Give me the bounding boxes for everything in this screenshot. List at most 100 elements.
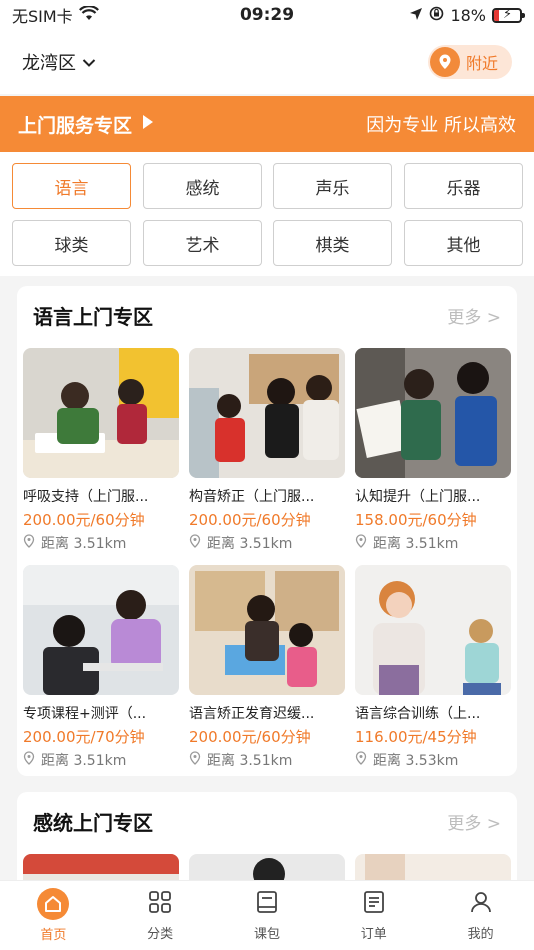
grid-icon <box>147 889 173 919</box>
map-pin-icon <box>429 47 460 77</box>
course-distance: 距离 3.51km <box>189 533 345 553</box>
status-left: 无SIM卡 <box>12 3 99 27</box>
nearby-button[interactable]: 附近 <box>427 45 512 79</box>
tab-category[interactable]: 分类 <box>120 889 200 942</box>
distance-text: 距离 3.51km <box>207 536 293 552</box>
category-label: 棋类 <box>315 235 350 256</box>
section-header: 语言上门专区 更多 > <box>17 286 517 344</box>
tab-orders[interactable]: 订单 <box>334 889 414 942</box>
category-chip-chess[interactable]: 棋类 <box>273 220 392 266</box>
more-link[interactable]: 更多 > <box>447 809 501 834</box>
status-bar: 无SIM卡 09:29 18% ⚡ <box>0 0 534 30</box>
category-chip-language[interactable]: 语言 <box>12 163 131 209</box>
category-label: 球类 <box>54 235 89 256</box>
course-price: 200.00元/60分钟 <box>189 511 311 529</box>
category-chip-sensory[interactable]: 感统 <box>143 163 262 209</box>
distance-text: 距离 3.51km <box>41 536 127 552</box>
course-card[interactable]: 构音矫正（上门服... 200.00元/60分钟 距离 3.51km <box>189 348 345 553</box>
course-card[interactable]: 认知提升（上门服... 158.00元/60分钟 距离 3.51km <box>355 348 511 553</box>
course-card[interactable]: 语言矫正发育迟缓... 200.00元/60分钟 距离 3.51km <box>189 565 345 770</box>
location-pin-icon <box>189 751 201 769</box>
home-icon <box>37 888 70 920</box>
section-title: 语言上门专区 <box>33 304 153 329</box>
course-card[interactable]: 呼吸支持（上门服... 200.00元/60分钟 距离 3.51km <box>23 348 179 553</box>
status-right: 18% ⚡ <box>409 5 525 25</box>
distance-text: 距离 3.51km <box>207 753 293 769</box>
service-banner[interactable]: 上门服务专区 因为专业 所以高效 <box>0 96 534 152</box>
category-label: 声乐 <box>315 178 350 199</box>
course-price: 200.00元/60分钟 <box>189 728 311 746</box>
course-photo <box>23 565 179 695</box>
section-language: 语言上门专区 更多 > 呼吸支持（上门服... 200.00元/60分钟 距离 … <box>17 286 517 776</box>
tab-label: 订单 <box>360 927 387 942</box>
course-distance: 距离 3.51km <box>23 750 179 770</box>
app-screen: 无SIM卡 09:29 18% ⚡ 龙湾区 附近 上门服务专区 因为专业 所以高… <box>0 0 534 950</box>
category-grid: 语言 感统 声乐 乐器 球类 艺术 棋类 其他 <box>0 152 534 276</box>
category-label: 语言 <box>54 178 89 199</box>
district-selector[interactable]: 龙湾区 <box>22 49 96 75</box>
course-card[interactable]: 语言综合训练（上... 116.00元/45分钟 距离 3.53km <box>355 565 511 770</box>
category-label: 其他 <box>446 235 481 256</box>
tab-label: 课包 <box>253 927 280 942</box>
district-label: 龙湾区 <box>22 53 76 74</box>
tab-home[interactable]: 首页 <box>13 888 93 943</box>
more-link[interactable]: 更多 > <box>447 303 501 328</box>
course-price: 200.00元/70分钟 <box>23 728 145 746</box>
bottom-tab-bar: 首页 分类 课包 订单 我的 <box>0 880 534 950</box>
course-name: 构音矫正（上门服... <box>189 489 315 505</box>
category-label: 乐器 <box>446 178 481 199</box>
nearby-label: 附近 <box>465 54 498 73</box>
tab-label: 首页 <box>40 928 67 943</box>
course-photo <box>23 348 179 478</box>
orientation-lock-icon <box>429 6 444 25</box>
category-chip-instrument[interactable]: 乐器 <box>404 163 523 209</box>
location-pin-icon <box>355 751 367 769</box>
chevron-down-icon <box>82 52 96 73</box>
category-chip-other[interactable]: 其他 <box>404 220 523 266</box>
distance-text: 距离 3.53km <box>373 753 459 769</box>
location-pin-icon <box>189 534 201 552</box>
battery-percent: 18% <box>450 5 486 25</box>
location-pin-icon <box>23 534 35 552</box>
tab-package[interactable]: 课包 <box>227 889 307 942</box>
carrier-label: 无SIM卡 <box>12 7 73 26</box>
category-chip-art[interactable]: 艺术 <box>143 220 262 266</box>
course-name: 认知提升（上门服... <box>355 489 481 505</box>
course-price: 158.00元/60分钟 <box>355 511 477 529</box>
location-bar: 龙湾区 附近 <box>0 30 534 94</box>
tab-mine[interactable]: 我的 <box>441 889 521 942</box>
location-pin-icon <box>355 534 367 552</box>
distance-text: 距离 3.51km <box>373 536 459 552</box>
course-photo <box>189 565 345 695</box>
battery-icon: ⚡ <box>492 7 525 23</box>
section-title: 感统上门专区 <box>33 810 153 835</box>
category-chip-vocal[interactable]: 声乐 <box>273 163 392 209</box>
course-name: 呼吸支持（上门服... <box>23 489 149 505</box>
course-photo <box>355 565 511 695</box>
tab-label: 分类 <box>147 927 174 942</box>
course-name: 语言综合训练（上... <box>355 706 481 722</box>
course-photo <box>355 348 511 478</box>
user-icon <box>468 889 494 919</box>
category-label: 感统 <box>185 178 220 199</box>
banner-title: 上门服务专区 <box>18 114 133 137</box>
course-distance: 距离 3.51km <box>355 533 511 553</box>
course-distance: 距离 3.51km <box>23 533 179 553</box>
category-chip-ball[interactable]: 球类 <box>12 220 131 266</box>
distance-text: 距离 3.51km <box>41 753 127 769</box>
order-list-icon <box>361 889 387 919</box>
course-distance: 距离 3.51km <box>189 750 345 770</box>
tab-label: 我的 <box>467 927 494 942</box>
play-triangle-icon <box>142 113 154 135</box>
wifi-icon <box>78 4 99 25</box>
course-name: 专项课程+测评（... <box>23 706 147 722</box>
course-price: 116.00元/45分钟 <box>355 728 477 746</box>
course-card[interactable]: 专项课程+测评（... 200.00元/70分钟 距离 3.51km <box>23 565 179 770</box>
section-header: 感统上门专区 更多 > <box>17 792 517 850</box>
location-arrow-icon <box>409 6 423 25</box>
course-name: 语言矫正发育迟缓... <box>189 706 315 722</box>
course-distance: 距离 3.53km <box>355 750 511 770</box>
book-icon <box>254 889 280 919</box>
banner-slogan: 因为专业 所以高效 <box>366 115 516 136</box>
banner-title-wrap: 上门服务专区 <box>18 111 154 138</box>
